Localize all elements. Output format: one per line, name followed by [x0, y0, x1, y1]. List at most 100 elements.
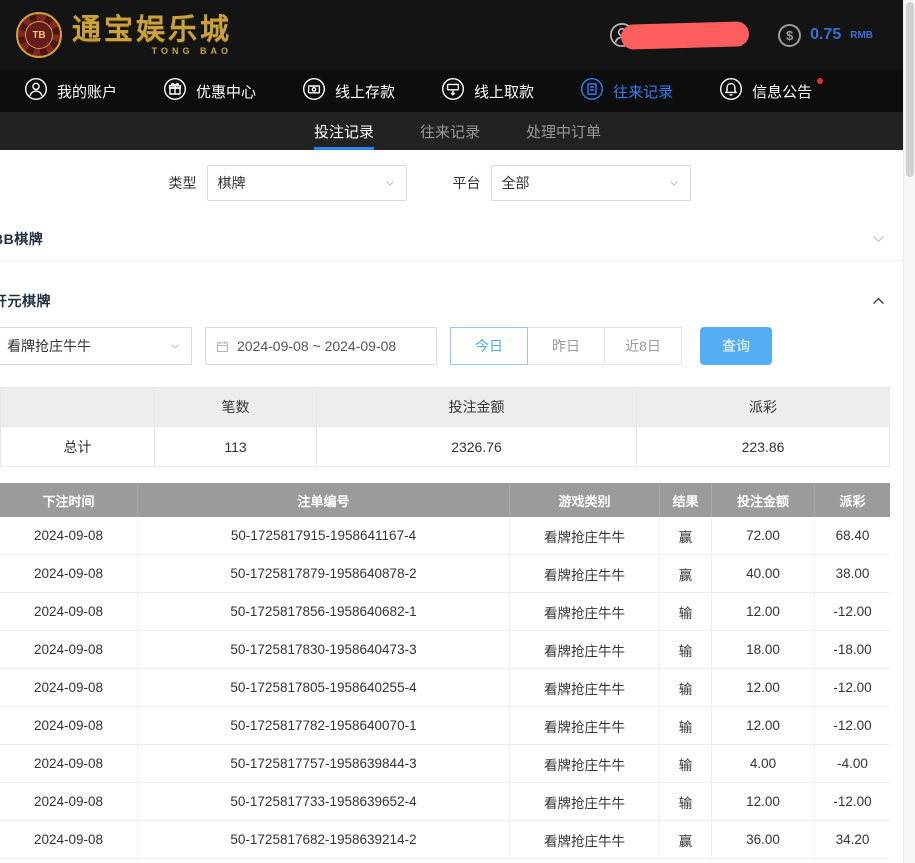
cell-payout: -18.00 [815, 631, 890, 668]
game-select[interactable]: 看牌抢庄牛牛 [0, 327, 192, 365]
cell-game-type: 看牌抢庄牛牛 [510, 821, 660, 858]
query-controls: 看牌抢庄牛牛 2024-09-08 ~ 2024-09-08 今日 昨日 近8日… [0, 327, 915, 365]
cell-bet-amount: 12.00 [712, 783, 815, 820]
cell-bet-amount: 40.00 [712, 555, 815, 592]
cell-bet-time: 2024-09-08 [0, 783, 138, 820]
cell-bet-time: 2024-09-08 [0, 745, 138, 782]
cell-bet-amount: 12.00 [712, 707, 815, 744]
nav-item-deposit[interactable]: 线上存款 [302, 77, 395, 105]
cell-game-type: 看牌抢庄牛牛 [510, 783, 660, 820]
chevron-up-icon [870, 293, 887, 310]
quick-range-group: 今日 昨日 近8日 [450, 327, 682, 365]
date-range-value: 2024-09-08 ~ 2024-09-08 [237, 338, 396, 354]
top-header: TB 通宝娱乐城 TONG BAO $ 0.75 RMB [0, 0, 915, 70]
withdraw-icon [441, 77, 465, 105]
cell-game-type: 看牌抢庄牛牛 [510, 593, 660, 630]
calendar-icon [215, 339, 230, 354]
game-select-value: 看牌抢庄牛牛 [7, 336, 91, 356]
chevron-down-icon [668, 177, 680, 189]
type-select[interactable]: 棋牌 [207, 165, 407, 201]
cell-payout: -12.00 [815, 707, 890, 744]
nav-item-promotions[interactable]: 优惠中心 [163, 77, 256, 105]
deposit-icon [302, 77, 326, 105]
scrollbar-thumb[interactable] [906, 2, 914, 177]
cell-bet-id: 50-1725817879-1958640878-2 [138, 555, 510, 592]
nav-label: 信息公告 [752, 81, 812, 102]
cell-bet-id: 50-1725817830-1958640473-3 [138, 631, 510, 668]
cell-game-type: 看牌抢庄牛牛 [510, 669, 660, 706]
col-game-type: 游戏类别 [510, 483, 660, 517]
casino-chip-icon: TB [16, 12, 62, 58]
summary-header-empty [1, 388, 155, 427]
date-range-picker[interactable]: 2024-09-08 ~ 2024-09-08 [205, 327, 437, 365]
yesterday-button[interactable]: 昨日 [527, 327, 605, 365]
nav-item-my-account[interactable]: 我的账户 [24, 77, 117, 105]
today-button[interactable]: 今日 [450, 327, 528, 365]
cell-game-type: 看牌抢庄牛牛 [510, 631, 660, 668]
table-row: 2024-09-0850-1725817782-1958640070-1看牌抢庄… [0, 707, 890, 745]
cell-bet-id: 50-1725817757-1958639844-3 [138, 745, 510, 782]
query-button[interactable]: 查询 [700, 327, 772, 365]
cell-bet-id: 50-1725817733-1958639652-4 [138, 783, 510, 820]
cell-payout: -12.00 [815, 669, 890, 706]
nav-item-records[interactable]: 往来记录 [580, 77, 673, 105]
summary-header-count: 笔数 [155, 388, 317, 427]
tab-transactions[interactable]: 往来记录 [420, 112, 480, 150]
cell-result: 赢 [660, 555, 712, 592]
section-title: 开元棋牌 [0, 291, 51, 311]
platform-select-value: 全部 [502, 173, 530, 193]
summary-header-payout: 派彩 [637, 388, 889, 427]
cell-bet-amount: 12.00 [712, 669, 815, 706]
cell-bet-id: 50-1725817682-1958639214-2 [138, 821, 510, 858]
vertical-scrollbar[interactable] [903, 0, 915, 863]
cell-result: 输 [660, 707, 712, 744]
brand-name: 通宝娱乐城 [72, 14, 232, 44]
col-bet-time: 下注时间 [0, 483, 138, 517]
chevron-down-icon [870, 230, 887, 247]
balance-currency: RMB [850, 30, 873, 41]
user-account[interactable] [609, 22, 748, 48]
section-bb-qipai[interactable]: BB棋牌 [0, 217, 915, 261]
cell-result: 输 [660, 669, 712, 706]
cell-bet-time: 2024-09-08 [0, 631, 138, 668]
cell-bet-time: 2024-09-08 [0, 821, 138, 858]
bet-records-table: 下注时间 注单编号 游戏类别 结果 投注金额 派彩 2024-09-0850-1… [0, 483, 890, 859]
section-kaiyuan-qipai[interactable]: 开元棋牌 [0, 279, 915, 323]
summary-count-value: 113 [155, 427, 317, 466]
tab-processing-orders[interactable]: 处理中订单 [526, 112, 601, 150]
cell-result: 输 [660, 745, 712, 782]
cell-bet-id: 50-1725817782-1958640070-1 [138, 707, 510, 744]
filter-row: 类型 棋牌 平台 全部 [0, 165, 915, 201]
table-row: 2024-09-0850-1725817757-1958639844-3看牌抢庄… [0, 745, 890, 783]
bet-table-body: 2024-09-0850-1725817915-1958641167-4看牌抢庄… [0, 517, 890, 859]
nav-item-withdraw[interactable]: 线上取款 [441, 77, 534, 105]
record-tabs: 投注记录 往来记录 处理中订单 [0, 112, 915, 150]
platform-select[interactable]: 全部 [491, 165, 691, 201]
tab-bet-records[interactable]: 投注记录 [314, 112, 374, 150]
cell-payout: 68.40 [815, 517, 890, 554]
summary-amount-value: 2326.76 [317, 427, 637, 466]
cell-bet-time: 2024-09-08 [0, 593, 138, 630]
user-icon [24, 77, 48, 105]
balance-display[interactable]: $ 0.75 RMB [778, 24, 873, 47]
cell-game-type: 看牌抢庄牛牛 [510, 745, 660, 782]
table-row: 2024-09-0850-1725817805-1958640255-4看牌抢庄… [0, 669, 890, 707]
cell-payout: 38.00 [815, 555, 890, 592]
cell-bet-amount: 72.00 [712, 517, 815, 554]
nav-label: 线上取款 [474, 81, 534, 102]
brand-subtitle: TONG BAO [152, 46, 232, 56]
currency-icon: $ [778, 24, 801, 47]
last-8-days-button[interactable]: 近8日 [604, 327, 682, 365]
cell-payout: -12.00 [815, 593, 890, 630]
summary-total-row: 总计 113 2326.76 223.86 [1, 427, 889, 466]
bet-table-header: 下注时间 注单编号 游戏类别 结果 投注金额 派彩 [0, 483, 890, 517]
cell-result: 赢 [660, 517, 712, 554]
nav-item-announcements[interactable]: 信息公告 [719, 77, 812, 105]
bell-icon [719, 77, 743, 105]
cell-bet-time: 2024-09-08 [0, 555, 138, 592]
col-payout: 派彩 [815, 483, 890, 517]
cell-result: 输 [660, 783, 712, 820]
summary-header-row: 笔数 投注金额 派彩 [1, 388, 889, 427]
cell-payout: -12.00 [815, 783, 890, 820]
cell-bet-time: 2024-09-08 [0, 669, 138, 706]
